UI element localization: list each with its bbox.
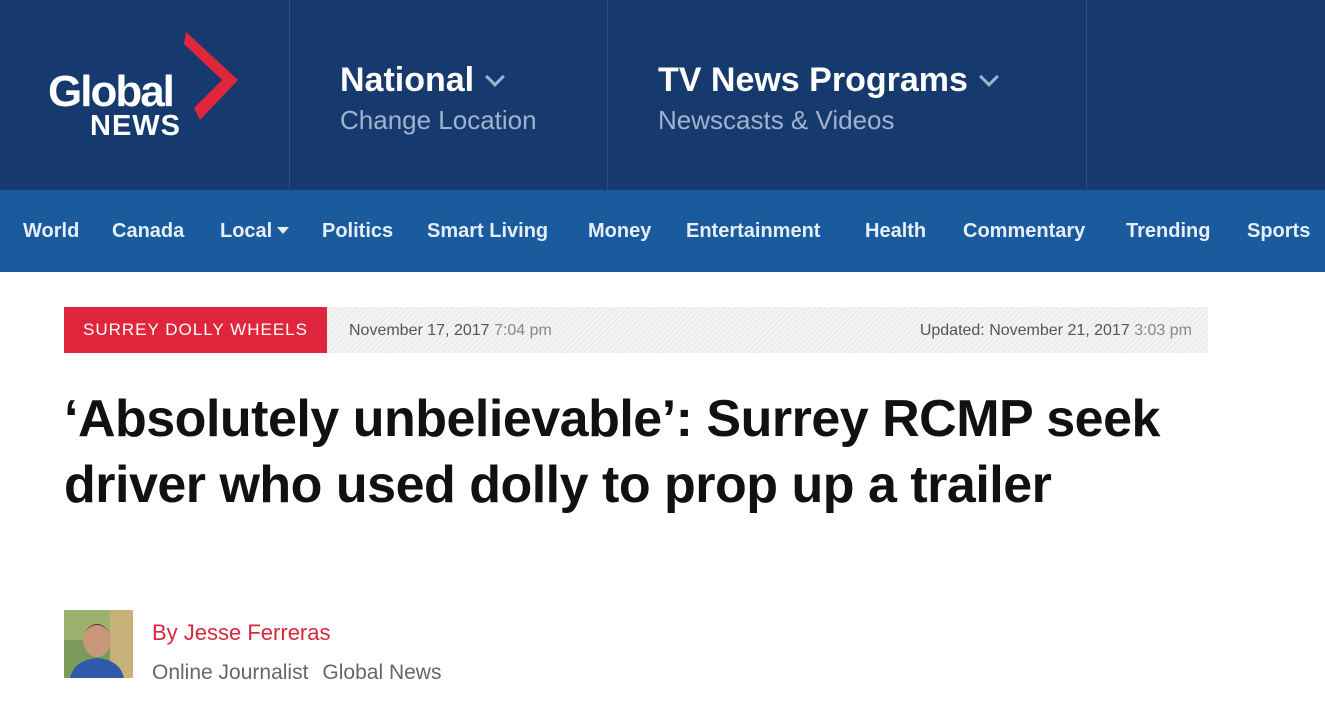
nav-item-trending[interactable]: Trending: [1126, 219, 1210, 243]
published-time: 7:04 pm: [493, 322, 552, 339]
story-tag[interactable]: SURREY DOLLY WHEELS: [64, 307, 327, 353]
programs-title: TV News Programs: [658, 60, 999, 100]
nav-item-sports[interactable]: Sports: [1247, 219, 1310, 243]
nav-item-world[interactable]: World: [23, 219, 79, 243]
logo-wordmark: Global: [48, 67, 175, 116]
author-avatar[interactable]: [64, 610, 133, 678]
nav-item-health[interactable]: Health: [865, 219, 926, 243]
author-name-link[interactable]: By Jesse Ferreras: [152, 620, 331, 646]
nav-item-local[interactable]: Local: [220, 219, 290, 243]
article-headline: ‘Absolutely unbelievable’: Surrey RCMP s…: [64, 390, 1160, 514]
location-selector[interactable]: National Change Location: [290, 0, 608, 190]
logo-arrow-icon: [184, 32, 238, 120]
tv-programs-menu[interactable]: TV News Programs Newscasts & Videos: [608, 0, 1087, 190]
section-nav: World Canada Local Politics Smart Living…: [0, 190, 1325, 272]
published-date: November 17, 2017 7:04 pm: [349, 322, 552, 339]
newscasts-link[interactable]: Newscasts & Videos: [658, 104, 895, 136]
chevron-down-icon: [978, 67, 999, 87]
global-news-logo[interactable]: Global NEWS: [46, 32, 246, 152]
site-header: Global NEWS National Change Location TV …: [0, 0, 1325, 190]
change-location-link[interactable]: Change Location: [340, 104, 537, 136]
author-role: Online Journalist Global News: [152, 661, 442, 684]
nav-item-entertainment[interactable]: Entertainment: [686, 219, 820, 243]
nav-item-smart-living[interactable]: Smart Living: [427, 219, 548, 243]
article-meta-bar: SURREY DOLLY WHEELS November 17, 2017 7:…: [64, 307, 1208, 353]
updated-time: 3:03 pm: [1134, 322, 1192, 339]
updated-date: Updated: November 21, 2017 3:03 pm: [919, 322, 1192, 339]
caret-down-icon: [277, 227, 290, 234]
author-org: Global News: [322, 661, 442, 684]
nav-item-politics[interactable]: Politics: [322, 219, 393, 243]
logo-news-text: NEWS: [90, 110, 181, 142]
logo-cell: Global NEWS: [0, 0, 290, 190]
chevron-down-icon: [485, 67, 506, 87]
location-title: National: [340, 60, 506, 100]
nav-item-canada[interactable]: Canada: [112, 219, 184, 243]
author-photo: [64, 610, 133, 678]
nav-item-commentary[interactable]: Commentary: [963, 219, 1085, 243]
nav-item-money[interactable]: Money: [588, 219, 651, 243]
header-spacer: [1087, 0, 1325, 190]
